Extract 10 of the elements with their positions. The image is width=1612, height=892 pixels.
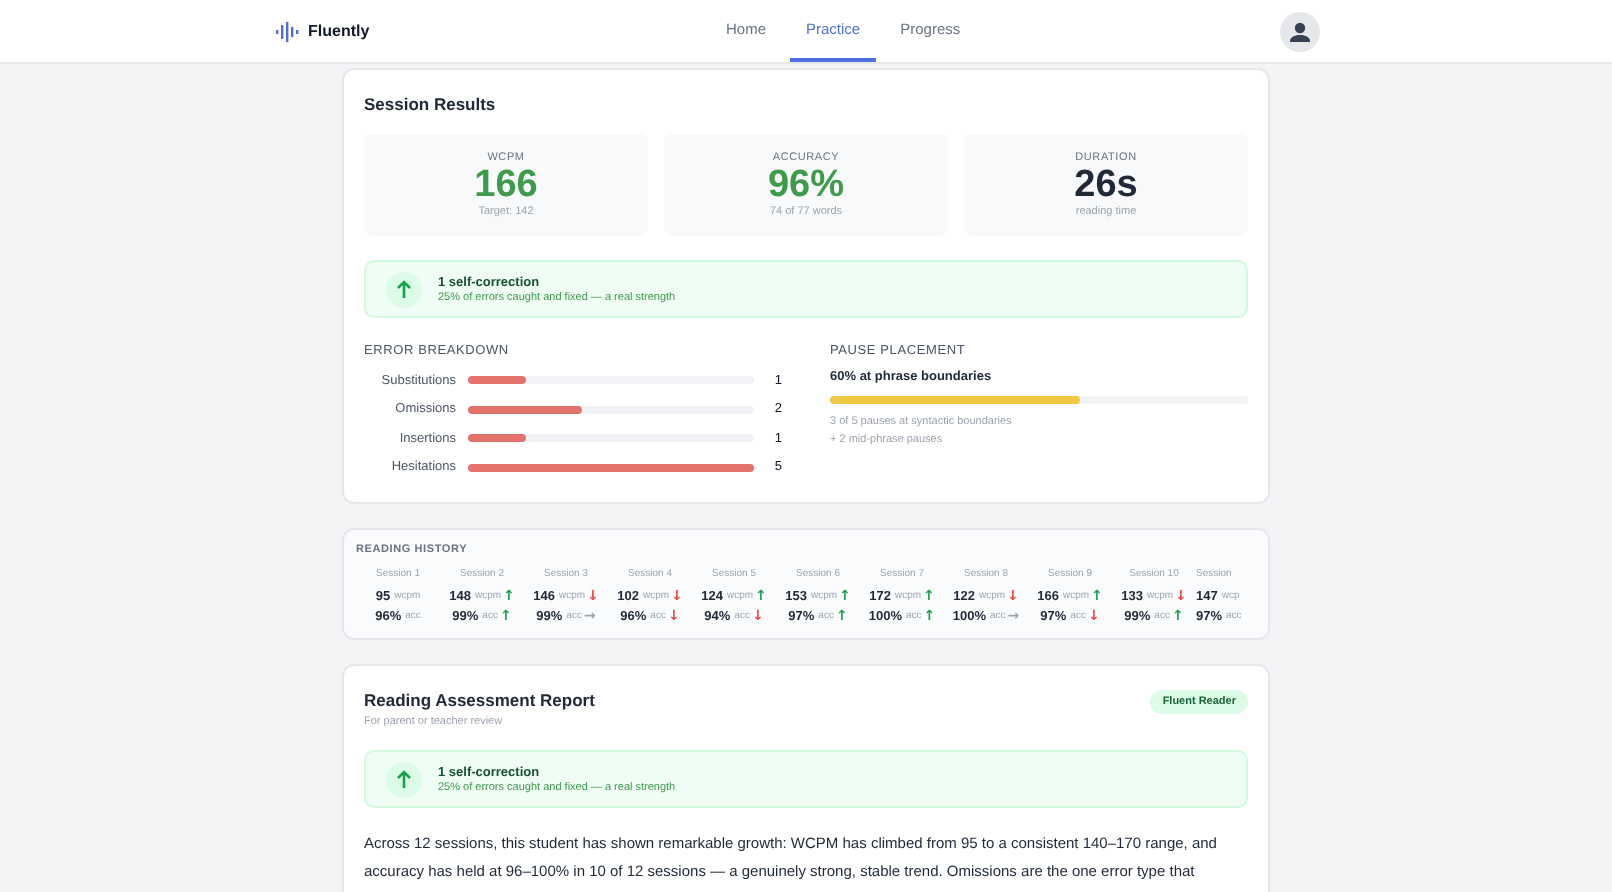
stat-value: 26s — [1074, 164, 1138, 206]
waveform-logo-icon — [276, 21, 300, 41]
arrow-up-icon — [386, 761, 422, 797]
user-avatar-icon[interactable] — [1280, 11, 1320, 51]
arrow-up-icon — [386, 271, 422, 307]
stat-value: 166 — [474, 164, 538, 206]
stat-value: 96% — [767, 164, 845, 206]
card-title: Session Results — [364, 94, 498, 114]
brand-name: Fluently — [308, 22, 370, 40]
report-title: Reading Assessment Report — [364, 690, 595, 710]
